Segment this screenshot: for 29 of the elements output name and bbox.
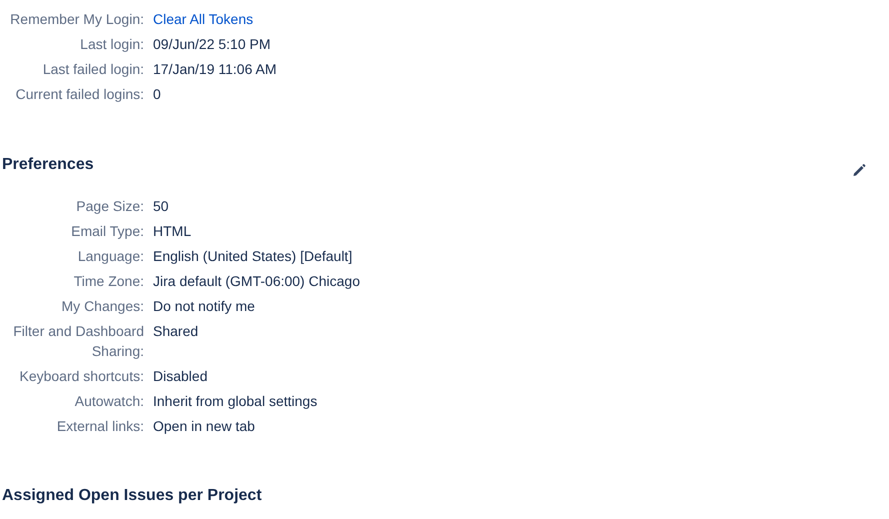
field-label: External links: bbox=[56, 417, 144, 436]
field-label: Email Type: bbox=[71, 222, 144, 241]
field-value: Shared bbox=[153, 322, 198, 341]
section-heading: Assigned Open Issues per Project bbox=[2, 486, 262, 506]
field-label: Last login: bbox=[80, 35, 144, 54]
field-label: Last failed login: bbox=[42, 60, 144, 79]
field-label: My Changes: bbox=[62, 297, 144, 316]
field-value: Inherit from global settings bbox=[153, 392, 318, 411]
field-label: Page Size: bbox=[76, 197, 144, 216]
field-label: Current failed logins: bbox=[16, 85, 144, 104]
field-value: 0 bbox=[153, 85, 161, 104]
section-heading: Preferences bbox=[2, 155, 94, 175]
field-value: Jira default (GMT-06:00) Chicago bbox=[153, 272, 360, 291]
clear-tokens-link[interactable]: Clear All Tokens bbox=[153, 9, 254, 29]
field-value: 50 bbox=[153, 197, 169, 216]
field-label: Language: bbox=[78, 247, 144, 266]
field-value: 09/Jun/22 5:10 PM bbox=[153, 35, 271, 54]
field-label: Keyboard shortcuts: bbox=[19, 367, 144, 386]
field-value: Do not notify me bbox=[153, 297, 255, 316]
field-value: Open in new tab bbox=[153, 417, 255, 436]
field-label: Autowatch: bbox=[74, 392, 144, 411]
field-label: Time Zone: bbox=[74, 272, 144, 291]
field-label: Remember My Login: bbox=[10, 10, 144, 29]
field-value: 17/Jan/19 11:06 AM bbox=[153, 60, 276, 79]
edit-icon[interactable] bbox=[851, 162, 867, 178]
field-value: English (United States) [Default] bbox=[153, 247, 352, 266]
field-value: Disabled bbox=[153, 367, 208, 386]
field-label: Filter and Dashboard Sharing: bbox=[12, 322, 144, 361]
field-value: HTML bbox=[153, 222, 192, 241]
